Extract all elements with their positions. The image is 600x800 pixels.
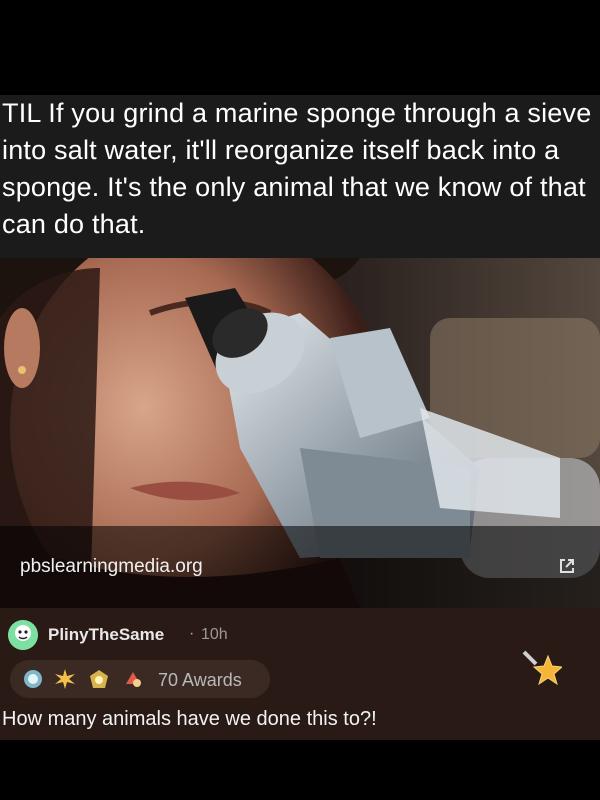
- comment-username[interactable]: PlinyTheSame: [48, 625, 164, 645]
- helpful-icon: [122, 668, 144, 690]
- comment-body: How many animals have we done this to?!: [2, 708, 377, 730]
- starburst-icon: [54, 668, 76, 690]
- star-award-icon[interactable]: [520, 646, 564, 688]
- external-link-icon[interactable]: [558, 557, 576, 575]
- link-preview-bar[interactable]: pbslearningmedia.org: [0, 526, 600, 608]
- awards-button[interactable]: 70 Awards: [10, 660, 270, 698]
- comment: PlinyTheSame · 10h 70 Awards How many an…: [0, 608, 600, 740]
- avatar[interactable]: [8, 620, 38, 650]
- post-title[interactable]: TIL If you grind a marine sponge through…: [2, 95, 594, 243]
- gold-badge-icon: [88, 668, 110, 690]
- link-domain[interactable]: pbslearningmedia.org: [20, 556, 203, 578]
- comment-timestamp: 10h: [201, 626, 228, 643]
- silver-ring-icon: [22, 668, 44, 690]
- meta-separator: ·: [189, 625, 195, 642]
- awards-count: 70 Awards: [158, 670, 242, 690]
- post-image[interactable]: pbslearningmedia.org: [0, 258, 600, 608]
